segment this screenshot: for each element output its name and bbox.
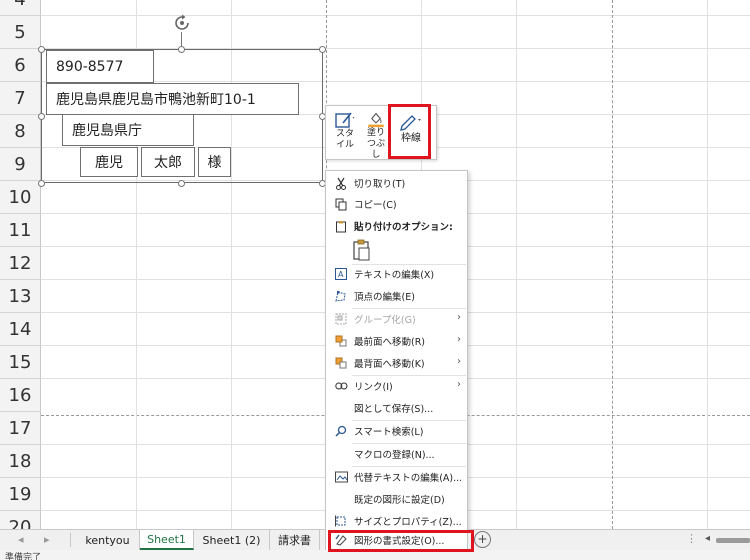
svg-text:A: A <box>338 270 344 279</box>
row-header[interactable]: 5 <box>0 16 41 49</box>
row-header[interactable]: 9 <box>0 148 41 181</box>
menu-item-edit-points[interactable]: 頂点の編集(E) <box>326 285 467 307</box>
menu-item-assign-macro[interactable]: マクロの登録(N)... <box>326 443 467 465</box>
size-properties-icon <box>334 514 348 528</box>
menu-item-edit-text[interactable]: A テキストの編集(X) <box>326 263 467 285</box>
horizontal-scrollbar[interactable] <box>716 538 750 543</box>
submenu-arrow-icon: › <box>457 379 461 390</box>
resize-handle[interactable] <box>38 46 45 53</box>
resize-handle[interactable] <box>38 180 45 187</box>
honorific-textbox[interactable]: 様 <box>198 147 231 177</box>
page-break-vertical <box>612 0 613 529</box>
row-header[interactable]: 13 <box>0 280 41 313</box>
row-header[interactable]: 20 <box>0 511 41 529</box>
send-to-back-icon <box>334 356 348 370</box>
address-textbox[interactable]: 鹿児島県鹿児島市鴨池新町10-1 <box>46 83 299 115</box>
more-options-icon[interactable]: ⋮ <box>686 532 697 545</box>
context-menu: 切り取り(T) コピー(C) 貼り付けのオプション: A テキストの編集(X) … <box>325 170 468 532</box>
resize-handle[interactable] <box>38 113 45 120</box>
tab-sheet1-2[interactable]: Sheet1 (2) <box>194 530 270 550</box>
menu-item-cut[interactable]: 切り取り(T) <box>326 172 467 194</box>
row-header[interactable]: 12 <box>0 247 41 280</box>
office-textbox[interactable]: 鹿児島県庁 <box>62 114 194 146</box>
surname-textbox[interactable]: 鹿児 <box>80 147 138 177</box>
submenu-arrow-icon: › <box>457 334 461 345</box>
menu-item-bring-to-front[interactable]: 最前面へ移動(R) › <box>326 330 467 352</box>
edit-points-icon <box>334 289 348 303</box>
scroll-right-icon[interactable]: ▸ <box>44 533 50 546</box>
alt-text-icon <box>334 470 348 484</box>
postal-code-textbox[interactable]: 890-8577 <box>46 50 154 83</box>
row-header[interactable]: 15 <box>0 346 41 379</box>
tab-invoice[interactable]: 請求書 <box>270 530 320 550</box>
status-text: 準備完了 <box>5 553 42 560</box>
rotate-handle-icon[interactable] <box>173 14 191 32</box>
menu-item-set-default-shape[interactable]: 既定の図形に設定(D) <box>326 488 467 510</box>
scroll-left-icon[interactable]: ◂ <box>18 533 24 546</box>
menu-item-group: グループ化(G) › <box>326 308 467 330</box>
style-button[interactable]: スタイル <box>329 106 361 161</box>
paste-clipboard-icon <box>353 239 370 261</box>
tab-kentyou[interactable]: kentyou <box>76 530 140 550</box>
link-icon <box>334 379 348 393</box>
search-icon <box>334 424 348 438</box>
paint-bucket-icon <box>368 112 384 128</box>
row-header[interactable]: 7 <box>0 82 41 115</box>
edit-text-icon: A <box>334 267 348 281</box>
hscroll-left-icon[interactable]: ◂ <box>705 533 710 544</box>
menu-item-paste-options: 貼り付けのオプション: <box>326 215 467 237</box>
menu-item-copy[interactable]: コピー(C) <box>326 193 467 215</box>
menu-item-smart-lookup[interactable]: スマート検索(L) <box>326 420 467 442</box>
row-header[interactable]: 14 <box>0 313 41 346</box>
given-name-textbox[interactable]: 太郎 <box>141 147 195 177</box>
scissors-icon <box>334 176 348 190</box>
row-header[interactable]: 8 <box>0 115 41 148</box>
row-header[interactable]: 6 <box>0 49 41 82</box>
highlight-outline-button <box>388 104 431 159</box>
row-header[interactable]: 18 <box>0 445 41 478</box>
row-header[interactable]: 16 <box>0 379 41 412</box>
submenu-arrow-icon: › <box>457 312 461 323</box>
row-header[interactable]: 17 <box>0 412 41 445</box>
tab-sheet1[interactable]: Sheet1 <box>140 530 194 550</box>
menu-item-send-to-back[interactable]: 最背面へ移動(K) › <box>326 352 467 374</box>
fill-button[interactable]: 塗りつぶし <box>361 106 391 161</box>
group-icon <box>334 312 348 326</box>
row-header[interactable]: 10 <box>0 181 41 214</box>
menu-item-link[interactable]: リンク(I) › <box>326 375 467 397</box>
menu-item-save-as-picture[interactable]: 図として保存(S)... <box>326 397 467 419</box>
resize-handle[interactable] <box>178 180 185 187</box>
highlight-format-shape <box>328 530 474 552</box>
row-header[interactable]: 11 <box>0 214 41 247</box>
bring-to-front-icon <box>334 334 348 348</box>
menu-item-edit-alt-text[interactable]: 代替テキストの編集(A)... <box>326 466 467 488</box>
clipboard-icon <box>334 219 348 233</box>
add-sheet-button[interactable]: + <box>474 531 491 548</box>
resize-handle[interactable] <box>178 46 185 53</box>
resize-handle[interactable] <box>319 46 326 53</box>
row-header[interactable]: 4 <box>0 0 41 16</box>
submenu-arrow-icon: › <box>457 356 461 367</box>
row-header[interactable]: 19 <box>0 478 41 511</box>
paste-option-button[interactable] <box>352 239 374 261</box>
copy-icon <box>334 197 348 211</box>
shape-style-icon <box>335 112 355 128</box>
